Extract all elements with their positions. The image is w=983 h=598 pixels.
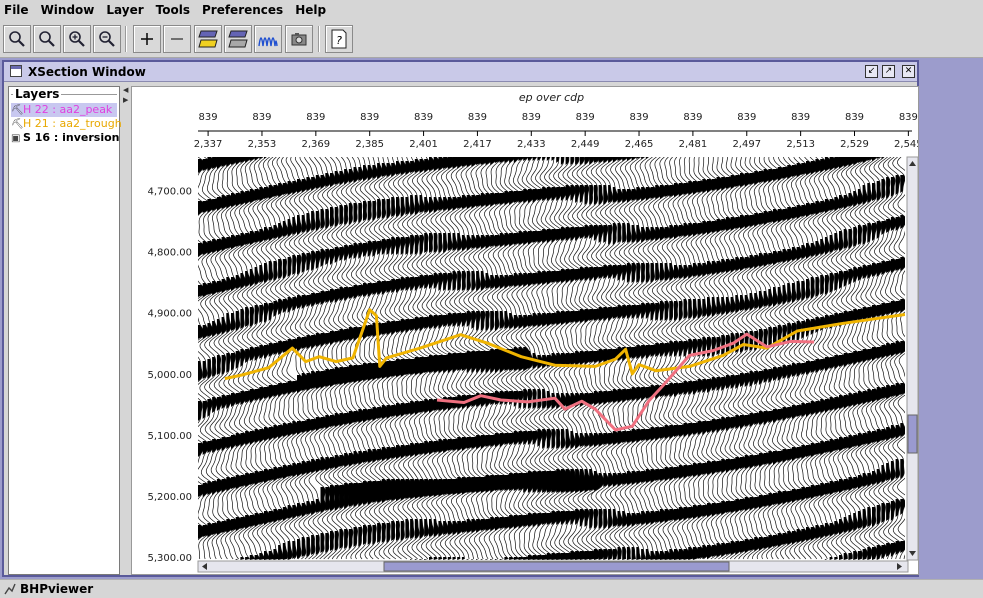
zoom-out-icon	[99, 31, 115, 47]
y-tick-label: 4,800.00	[147, 248, 192, 259]
top-tick-label: 839	[629, 112, 648, 123]
zoom-out-button[interactable]	[93, 25, 121, 53]
add-button[interactable]	[133, 25, 161, 53]
x-tick-label: 2,465	[625, 139, 654, 150]
y-tick-label: 5,000.00	[147, 370, 192, 381]
top-tick-label: 839	[252, 112, 271, 123]
y-tick-label: 5,300.00	[147, 553, 192, 564]
maximize-icon[interactable]: ↗	[882, 65, 895, 78]
seismic-section[interactable]: ep over cdp 839 2,337 839 2,353 839 2,369 839 2,…	[132, 87, 923, 574]
zoom-in-icon	[69, 31, 85, 47]
x-tick-label: 2,481	[679, 139, 708, 150]
menu-tools[interactable]: Tools	[156, 3, 190, 17]
horizontal-scroll-thumb[interactable]	[383, 561, 730, 572]
minus-icon	[171, 38, 183, 40]
layer-label: S 16 : inversion	[23, 131, 120, 144]
layer-label: H 22 : aa2_peak	[23, 103, 113, 116]
y-tick-label: 5,100.00	[147, 431, 192, 442]
plus-icon	[141, 33, 153, 45]
panel-splitter[interactable]: ◀ ▶	[122, 86, 129, 575]
layer-item[interactable]: ⛏H 22 : aa2_peak	[11, 103, 117, 117]
help-icon: ?	[331, 29, 347, 49]
window-icon	[10, 65, 22, 77]
top-tick-label: 839	[683, 112, 702, 123]
x-axis-label: ep over cdp	[519, 91, 584, 104]
app-icon	[4, 583, 16, 595]
x-tick-label: 2,353	[248, 139, 277, 150]
trace-area	[198, 157, 905, 560]
layers-panel: Layers ⛏H 22 : aa2_peak ⛏H 21 : aa2_troug…	[8, 86, 122, 575]
zoom-in-button[interactable]	[63, 25, 91, 53]
menu-help[interactable]: Help	[295, 3, 326, 17]
x-tick-label: 2,401	[409, 139, 438, 150]
menu-preferences[interactable]: Preferences	[202, 3, 283, 17]
waveform-icon	[258, 37, 278, 47]
x-tick-label: 2,513	[786, 139, 815, 150]
zoom-reset-icon	[39, 31, 55, 47]
collapse-left-icon[interactable]: ◀	[123, 86, 128, 94]
xsection-titlebar[interactable]: XSection Window ↙ ↗ ✕	[4, 62, 917, 82]
top-tick-label: 839	[576, 112, 595, 123]
y-tick-label: 5,200.00	[147, 492, 192, 503]
app-label: BHPviewer	[20, 582, 94, 596]
zoom-button[interactable]	[3, 25, 31, 53]
gray-layer-button[interactable]	[224, 25, 252, 53]
y-tick-label: 4,700.00	[147, 187, 192, 198]
top-tick-label: 839	[737, 112, 756, 123]
minimize-icon[interactable]: ↙	[865, 65, 878, 78]
vertical-scroll-thumb[interactable]	[907, 414, 918, 454]
y-tick-label: 4,900.00	[147, 309, 192, 320]
close-icon[interactable]: ✕	[902, 65, 915, 78]
layer-item[interactable]: ▣ S 16 : inversion	[11, 131, 120, 145]
x-tick-label: 2,529	[840, 139, 869, 150]
top-tick-label: 839	[306, 112, 325, 123]
x-tick-label: 2,545	[894, 139, 918, 150]
zoom-reset-button[interactable]	[33, 25, 61, 53]
top-tick-label: 839	[899, 112, 918, 123]
menu-file[interactable]: File	[4, 3, 29, 17]
pick-icon: ⛏	[11, 105, 24, 116]
waveform-button[interactable]	[254, 25, 282, 53]
vertical-scrollbar[interactable]	[906, 156, 919, 561]
zoom-icon	[9, 31, 25, 47]
menu-bar: File Window Layer Tools Preferences Help	[0, 0, 983, 20]
layers-header: Layers	[13, 87, 62, 101]
top-tick-label: 839	[791, 112, 810, 123]
top-tick-label: 839	[414, 112, 433, 123]
yellow-layer-button[interactable]	[194, 25, 222, 53]
top-tick-label: 839	[199, 112, 218, 123]
yellow-layer-icon	[198, 30, 218, 48]
menu-window[interactable]: Window	[41, 3, 95, 17]
seismic-plot: ep over cdp 839 2,337 839 2,353 839 2,369 839 2,…	[131, 86, 923, 575]
top-tick-label: 839	[360, 112, 379, 123]
snapshot-icon	[291, 33, 307, 46]
seismic-icon: ▣	[11, 133, 21, 144]
top-tick-label: 839	[845, 112, 864, 123]
help-mark: ?	[336, 34, 342, 47]
window-title: XSection Window	[28, 65, 146, 79]
help-button[interactable]: ?	[325, 25, 353, 53]
x-tick-label: 2,497	[732, 139, 761, 150]
pick-icon: ⛏	[11, 119, 24, 130]
remove-button[interactable]	[163, 25, 191, 53]
layer-label: H 21 : aa2_trough	[23, 117, 122, 130]
toolbar-separator	[318, 26, 320, 52]
expand-right-icon[interactable]: ▶	[123, 96, 128, 104]
x-tick-label: 2,385	[355, 139, 384, 150]
x-tick-label: 2,337	[194, 139, 223, 150]
gray-layer-icon	[228, 30, 248, 48]
x-tick-label: 2,433	[517, 139, 546, 150]
x-tick-label: 2,369	[302, 139, 331, 150]
top-tick-label: 839	[522, 112, 541, 123]
status-bar: BHPviewer	[0, 579, 983, 598]
menu-layer[interactable]: Layer	[106, 3, 143, 17]
top-tick-label: 839	[468, 112, 487, 123]
toolbar: ?	[0, 20, 983, 58]
x-tick-label: 2,417	[463, 139, 492, 150]
layer-item[interactable]: ⛏H 21 : aa2_trough	[11, 117, 122, 131]
snapshot-button[interactable]	[285, 25, 313, 53]
xsection-window: XSection Window ↙ ↗ ✕ Layers ⛏H 22 : aa2…	[2, 60, 923, 577]
toolbar-separator	[125, 26, 127, 52]
x-tick-label: 2,449	[571, 139, 600, 150]
